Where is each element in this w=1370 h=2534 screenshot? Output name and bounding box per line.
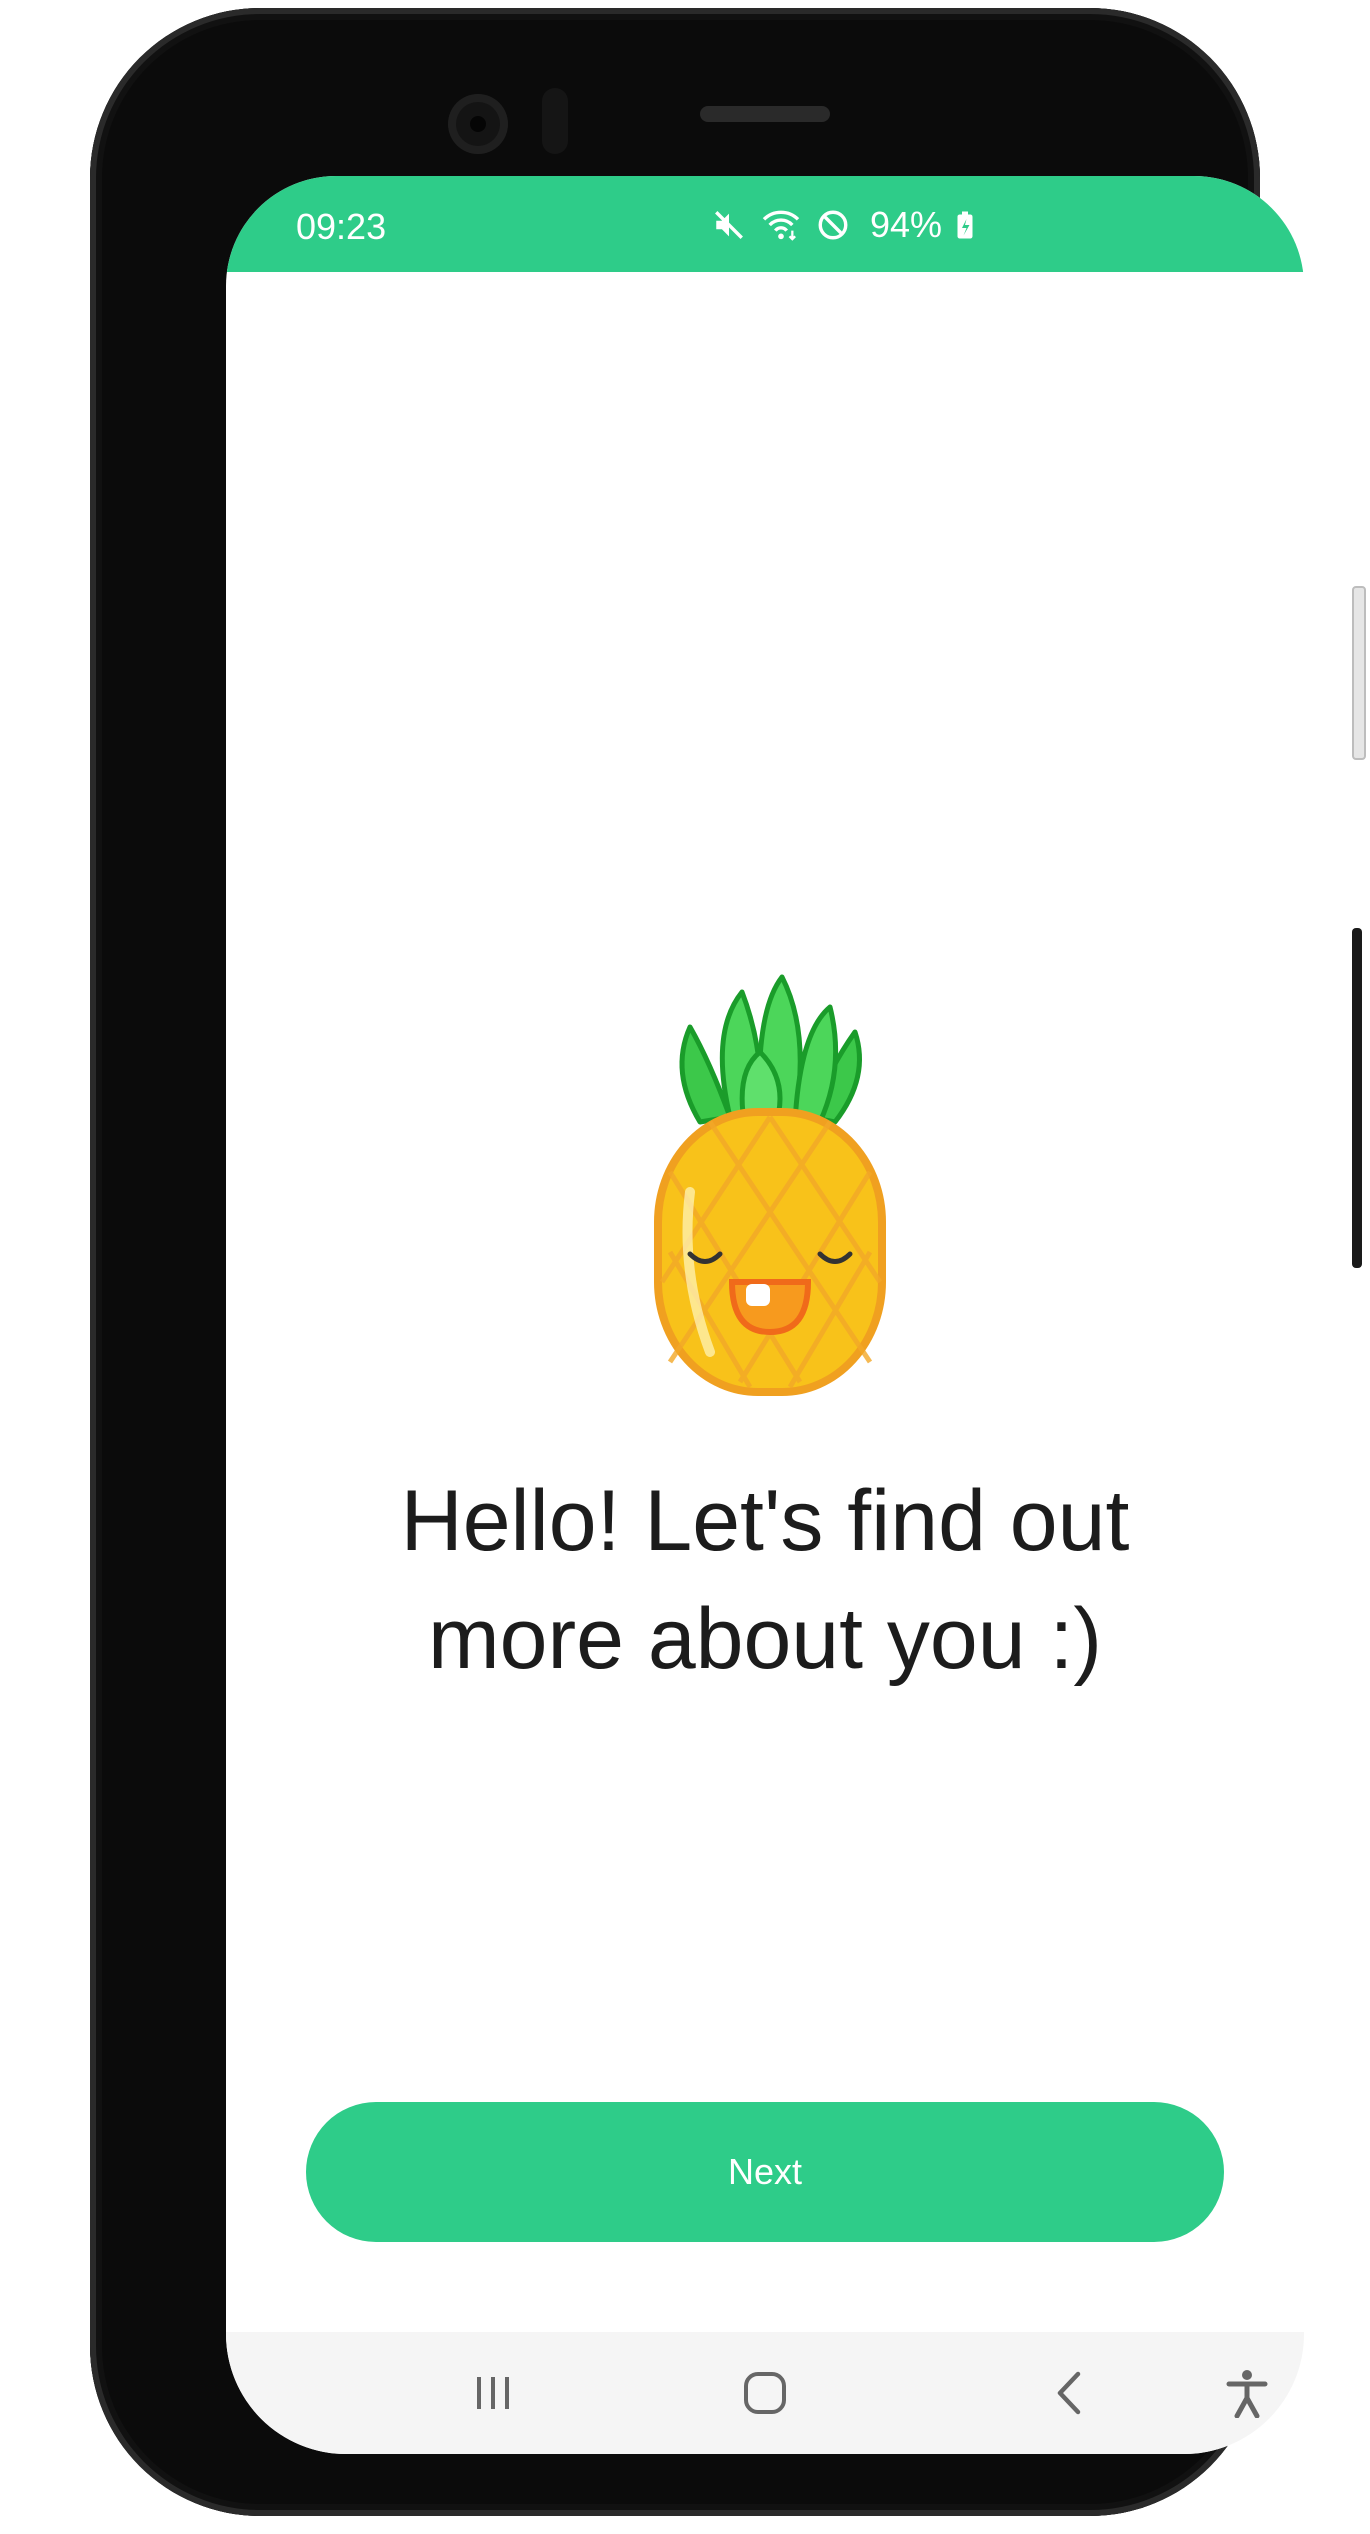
screen: 09:23 94% Hello! Let's find out more abo… <box>226 176 1304 2454</box>
battery-percent: 94% <box>869 204 942 245</box>
system-nav-bar <box>226 2332 1304 2454</box>
volume-button <box>1352 586 1366 760</box>
do-not-disturb-icon <box>816 208 850 242</box>
status-icons: 94% <box>712 204 974 246</box>
back-icon[interactable] <box>1034 2358 1104 2428</box>
status-bar: 09:23 94% <box>226 176 1304 272</box>
accessibility-icon[interactable] <box>1212 2358 1282 2428</box>
battery-charging-icon <box>956 210 974 240</box>
front-camera <box>448 94 508 154</box>
welcome-headline: Hello! Let's find out more about you :) <box>226 1462 1304 1698</box>
power-button <box>1352 928 1362 1268</box>
pineapple-icon <box>650 972 890 1402</box>
wifi-icon <box>760 208 802 242</box>
proximity-sensor <box>542 88 568 154</box>
phone-frame: 09:23 94% Hello! Let's find out more abo… <box>90 8 1366 2516</box>
main-content: Hello! Let's find out more about you :) … <box>226 272 1304 2332</box>
earpiece-speaker <box>700 106 830 122</box>
home-icon[interactable] <box>730 2358 800 2428</box>
next-button[interactable]: Next <box>306 2102 1224 2242</box>
headline-line-1: Hello! Let's find out <box>400 1473 1130 1569</box>
recents-icon[interactable] <box>458 2358 528 2428</box>
headline-line-2: more about you :) <box>427 1591 1103 1687</box>
mute-icon <box>712 208 746 242</box>
status-time: 09:23 <box>296 206 387 247</box>
